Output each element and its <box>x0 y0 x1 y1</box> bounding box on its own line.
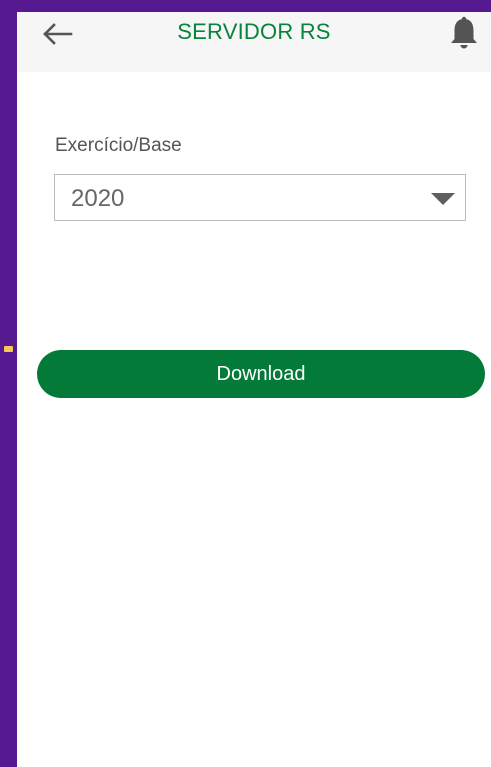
notifications-button[interactable] <box>447 14 481 52</box>
page-title: SERVIDOR RS <box>177 19 331 44</box>
exercicio-base-label: Exercício/Base <box>55 135 182 156</box>
selected-year: 2020 <box>71 185 125 212</box>
side-marker <box>4 346 13 352</box>
top-app-bar: SERVIDOR RS <box>17 12 491 72</box>
download-button[interactable]: Download <box>37 350 485 398</box>
app-screen: SERVIDOR RS Exercício/Base 2020 Download <box>17 12 491 767</box>
caret-down-icon <box>431 193 455 205</box>
bell-icon <box>451 16 477 49</box>
exercicio-base-select[interactable]: 2020 <box>54 174 466 221</box>
